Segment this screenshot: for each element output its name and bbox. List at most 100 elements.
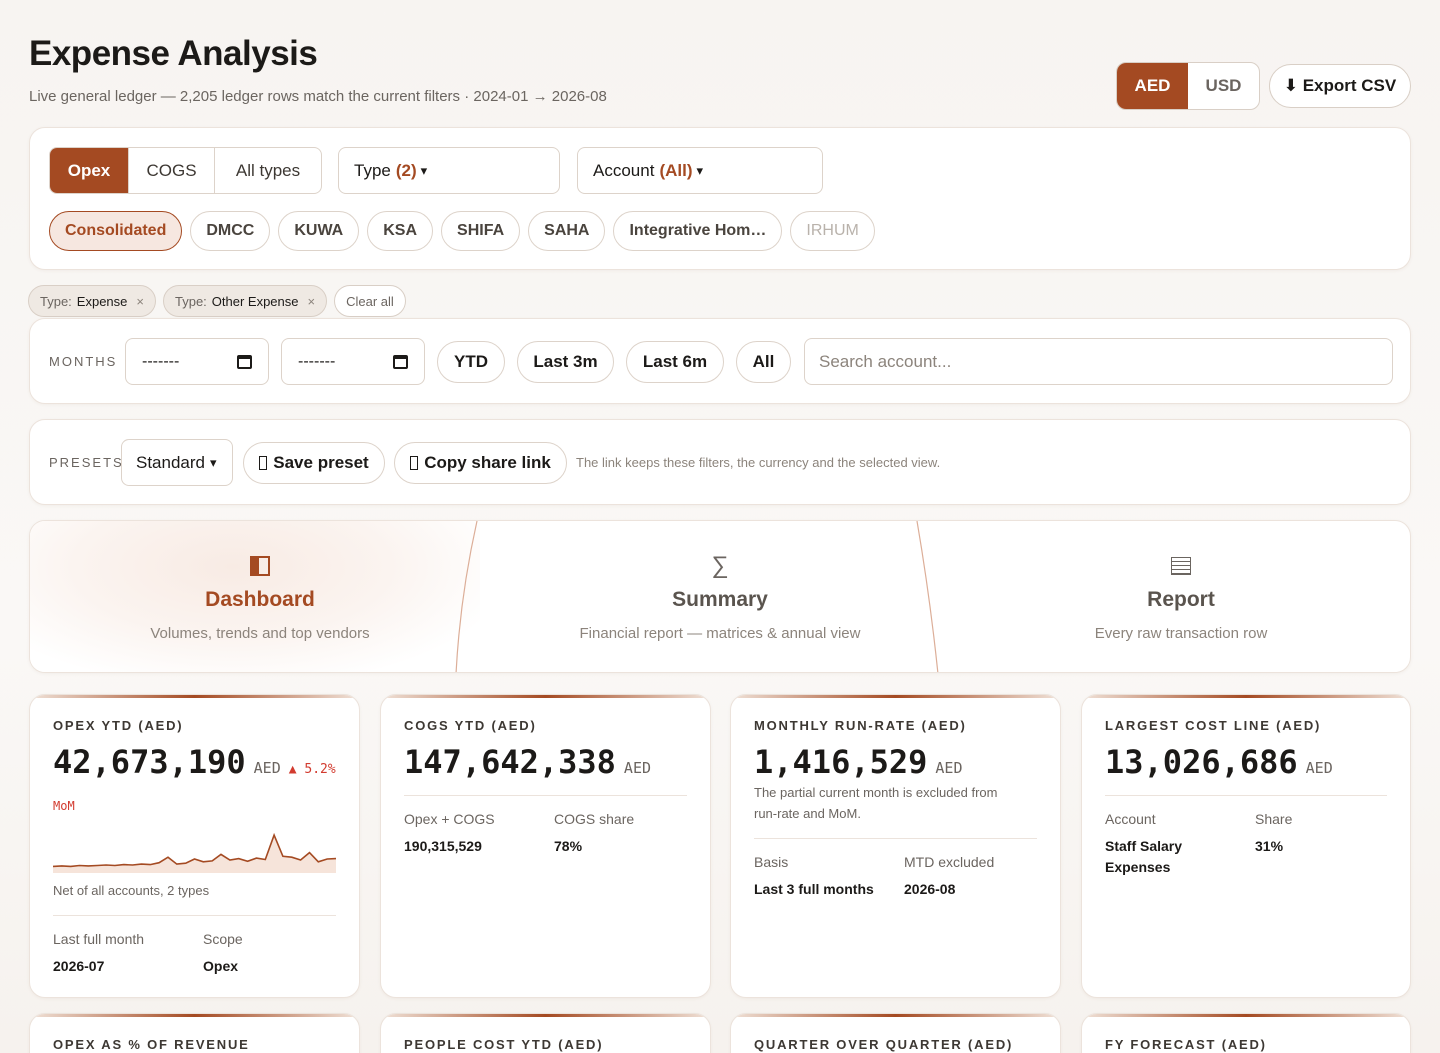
tab-dashboard-desc: Volumes, trends and top vendors	[150, 625, 370, 642]
active-filter-chips: Type: Expense × Type: Other Expense × Cl…	[28, 285, 406, 317]
month-to-input[interactable]: -------	[281, 338, 425, 385]
kpi-card-largest-cost: LARGEST COST LINE (AED) 13,026,686 AED A…	[1081, 694, 1411, 998]
tab-report-title: Report	[1147, 588, 1215, 611]
kpi-card-cogs-ytd: COGS YTD (AED) 147,642,338 AED Opex + CO…	[380, 694, 711, 998]
search-account-input[interactable]: Search account...	[804, 338, 1393, 385]
month-to-value: -------	[298, 352, 336, 370]
kpi-value-row: 13,026,686 AED	[1105, 743, 1333, 781]
calendar-icon[interactable]	[237, 354, 252, 369]
close-icon[interactable]: ×	[308, 294, 316, 309]
kpi-value: 147,642,338	[404, 743, 616, 781]
range-ytd-button[interactable]: YTD	[437, 341, 505, 383]
copy-share-link-button[interactable]: Copy share link	[394, 442, 567, 484]
entity-pill-shifa[interactable]: SHIFA	[441, 211, 521, 251]
kpi-delta-suffix: MoM	[53, 799, 75, 813]
preset-dropdown[interactable]: Standard ▾	[121, 439, 233, 486]
report-icon	[1171, 553, 1191, 579]
close-icon[interactable]: ×	[136, 294, 144, 309]
entity-pill-ksa[interactable]: KSA	[367, 211, 434, 251]
cost-type-cogs[interactable]: COGS	[129, 148, 215, 193]
kpi-card-fy-forecast: FY FORECAST (AED)	[1081, 1013, 1411, 1053]
account-dropdown[interactable]: Account (All) ▾	[577, 147, 823, 194]
kpi-unit: AED	[935, 759, 963, 777]
chip-value: Other Expense	[211, 293, 299, 309]
range-last-6m-button[interactable]: Last 6m	[626, 341, 724, 383]
kpi-card-opex-ytd: OPEX YTD (AED) 42,673,190 AED ▲ 5.2% MoM…	[29, 694, 360, 998]
view-tabs: Dashboard Volumes, trends and top vendor…	[29, 520, 1411, 673]
save-icon	[259, 456, 268, 470]
kpi-label: COGS YTD (AED)	[404, 718, 537, 733]
meta-value: 2026-08	[904, 881, 956, 897]
cost-type-opex[interactable]: Opex	[50, 148, 129, 193]
meta-label: Share	[1255, 811, 1293, 827]
tab-summary-title: Summary	[672, 588, 768, 611]
type-dropdown[interactable]: Type (2) ▾	[338, 147, 560, 194]
kpi-label: QUARTER OVER QUARTER (AED)	[754, 1037, 1014, 1052]
month-from-input[interactable]: -------	[125, 338, 269, 385]
calendar-icon[interactable]	[393, 354, 408, 369]
save-preset-button[interactable]: Save preset	[243, 442, 385, 484]
export-csv-button[interactable]: ⬇ Export CSV	[1269, 64, 1411, 108]
tab-dashboard-title: Dashboard	[205, 588, 315, 611]
card-accent-bar	[381, 1014, 710, 1017]
meta-value: Last 3 full months	[754, 881, 874, 897]
kpi-value: 1,416,529	[754, 743, 928, 781]
card-accent-bar	[731, 1014, 1060, 1017]
tab-summary-desc: Financial report — matrices & annual vie…	[579, 625, 861, 642]
tab-dashboard[interactable]: Dashboard Volumes, trends and top vendor…	[30, 521, 490, 672]
card-accent-bar	[30, 695, 359, 698]
sparkline-area	[53, 835, 336, 873]
filter-panel: Opex COGS All types Type (2) ▾ Account (…	[29, 127, 1411, 270]
currency-aed-button[interactable]: AED	[1117, 63, 1188, 109]
entity-pill-kuwa[interactable]: KUWA	[278, 211, 360, 251]
meta-value: 2026-07	[53, 958, 105, 974]
meta-label: Basis	[754, 854, 789, 870]
card-accent-bar	[30, 1014, 359, 1017]
cost-type-all[interactable]: All types	[215, 148, 321, 193]
filter-chip[interactable]: Type: Other Expense ×	[162, 285, 328, 317]
type-dropdown-count: (2)	[395, 160, 417, 180]
card-accent-bar	[1082, 695, 1410, 698]
kpi-card-qoq: QUARTER OVER QUARTER (AED)	[730, 1013, 1061, 1053]
kpi-value-row: 1,416,529 AED	[754, 743, 962, 781]
currency-usd-button[interactable]: USD	[1188, 63, 1259, 109]
chip-key: Type:	[174, 293, 207, 309]
preset-selected: Standard	[136, 452, 205, 472]
month-from-value: -------	[142, 352, 180, 370]
link-icon	[410, 456, 419, 470]
clear-all-button[interactable]: Clear all	[334, 285, 406, 317]
range-last-3m-button[interactable]: Last 3m	[517, 341, 614, 383]
sparkline-caption: Net of all accounts, 2 types	[53, 883, 210, 898]
chip-value: Expense	[76, 293, 128, 309]
entity-pill-consolidated[interactable]: Consolidated	[49, 211, 183, 251]
divider	[754, 838, 1037, 839]
meta-label: Scope	[203, 931, 243, 947]
card-accent-bar	[731, 695, 1060, 698]
entity-pill-saha[interactable]: SAHA	[528, 211, 606, 251]
range-all-button[interactable]: All	[736, 341, 791, 383]
divider	[1105, 795, 1387, 796]
meta-label: Last full month	[53, 931, 145, 947]
card-accent-bar	[1082, 1014, 1410, 1017]
presets-hint: The link keeps these filters, the curren…	[576, 455, 941, 470]
chevron-down-icon: ▾	[696, 162, 704, 178]
card-accent-bar	[381, 695, 710, 698]
kpi-unit: AED	[1305, 759, 1333, 777]
chip-key: Type:	[40, 293, 72, 309]
meta-label: COGS share	[554, 811, 635, 827]
entity-pill-dmcc[interactable]: DMCC	[190, 211, 271, 251]
kpi-value-row: 147,642,338 AED	[404, 743, 651, 781]
currency-toggle: AED USD	[1116, 62, 1260, 110]
filter-chip[interactable]: Type: Expense ×	[28, 285, 156, 317]
entity-pill-integrative-hom[interactable]: Integrative Hom…	[613, 211, 783, 251]
meta-value: 190,315,529	[404, 838, 482, 854]
kpi-card-run-rate: MONTHLY RUN-RATE (AED) 1,416,529 AED The…	[730, 694, 1061, 998]
kpi-unit: AED	[623, 759, 652, 777]
meta-value: Staff Salary Expenses	[1105, 838, 1183, 875]
run-rate-note: The partial current month is excluded fr…	[754, 785, 998, 821]
kpi-label: OPEX YTD (AED)	[53, 718, 184, 733]
tab-summary[interactable]: ∑ Summary Financial report — matrices & …	[490, 521, 950, 672]
tab-report[interactable]: Report Every raw transaction row	[950, 521, 1410, 672]
months-panel: MONTHS ------- ------- YTD Last 3m Last …	[29, 318, 1411, 404]
meta-label: MTD excluded	[904, 854, 995, 870]
